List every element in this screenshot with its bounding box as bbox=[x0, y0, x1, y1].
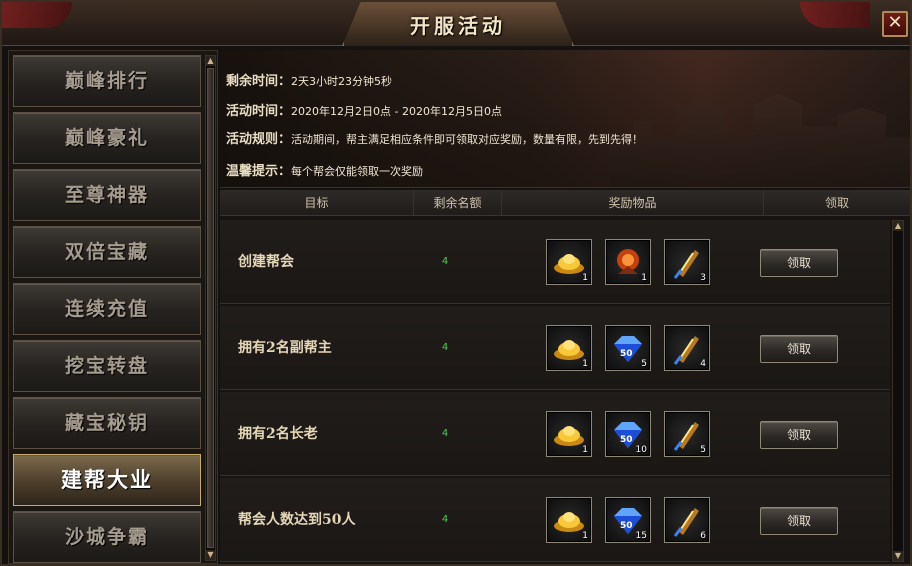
diamond-badge: 50 bbox=[620, 521, 633, 531]
scroll-up-arrow-icon[interactable]: ▲ bbox=[206, 56, 215, 66]
tip-value: 每个帮会仅能领取一次奖励 bbox=[291, 165, 424, 178]
sidebar-item-treasure-wheel[interactable]: 挖宝转盘 bbox=[13, 340, 201, 392]
reward-count: 3 bbox=[700, 273, 706, 283]
row-goal: 帮会人数达到50人 bbox=[238, 512, 356, 528]
row-remaining: 4 bbox=[441, 514, 449, 525]
reward-count: 5 bbox=[641, 359, 647, 369]
tip-row: 温馨提示：每个帮会仅能领取一次奖励 bbox=[226, 160, 423, 179]
reward-count: 5 bbox=[700, 445, 706, 455]
reward-slot[interactable]: 50 5 bbox=[605, 325, 651, 371]
activity-period-label: 活动时间： bbox=[226, 104, 292, 119]
activity-sidebar: 巅峰排行 巅峰豪礼 至尊神器 双倍宝藏 连续充值 挖宝转盘 藏宝秘钥 建帮大业 … bbox=[8, 50, 218, 564]
claim-button[interactable]: 领取 bbox=[760, 421, 838, 449]
table-row: 创建帮会 4 1 1 3 领取 bbox=[220, 220, 890, 304]
diamond-badge: 50 bbox=[620, 435, 633, 445]
close-button[interactable]: ✕ bbox=[882, 11, 908, 37]
remaining-time-label: 剩余时间： bbox=[226, 74, 292, 89]
reward-slot[interactable]: 1 bbox=[546, 325, 592, 371]
table-scrollbar[interactable]: ▲ ▼ bbox=[892, 220, 904, 562]
claim-button[interactable]: 领取 bbox=[760, 249, 838, 277]
sidebar-item-guild-building[interactable]: 建帮大业 bbox=[13, 454, 201, 506]
reward-slot[interactable]: 3 bbox=[664, 239, 710, 285]
header-remaining: 剩余名额 bbox=[414, 190, 502, 216]
reward-slot[interactable]: 1 bbox=[605, 239, 651, 285]
activity-rules-row: 活动规则：活动期间，帮主满足相应条件即可领取对应奖励，数量有限，先到先得！ bbox=[226, 128, 643, 147]
claim-button[interactable]: 领取 bbox=[760, 507, 838, 535]
reward-slot[interactable]: 1 bbox=[546, 239, 592, 285]
reward-count: 1 bbox=[582, 273, 588, 283]
sidebar-item-treasure-key[interactable]: 藏宝秘钥 bbox=[13, 397, 201, 449]
row-goal: 创建帮会 bbox=[238, 254, 294, 270]
reward-count: 1 bbox=[582, 359, 588, 369]
reward-slot[interactable]: 1 bbox=[546, 411, 592, 457]
reward-count: 1 bbox=[582, 531, 588, 541]
left-corner-ornament bbox=[2, 2, 72, 28]
scroll-up-arrow-icon[interactable]: ▲ bbox=[893, 221, 903, 231]
sidebar-item-supreme-artifact[interactable]: 至尊神器 bbox=[13, 169, 201, 221]
activity-period-value: 2020年12月2日0点 - 2020年12月5日0点 bbox=[291, 105, 502, 118]
reward-count: 6 bbox=[700, 531, 706, 541]
close-icon: ✕ bbox=[887, 12, 903, 33]
row-remaining: 4 bbox=[441, 428, 449, 439]
activity-rules-value: 活动期间，帮主满足相应条件即可领取对应奖励，数量有限，先到先得！ bbox=[291, 133, 644, 146]
reward-slot[interactable]: 1 bbox=[546, 497, 592, 543]
claim-button[interactable]: 领取 bbox=[760, 335, 838, 363]
sidebar-item-peak-ranking[interactable]: 巅峰排行 bbox=[13, 55, 201, 107]
activity-rules-label: 活动规则： bbox=[226, 132, 292, 147]
activity-period-row: 活动时间：2020年12月2日0点 - 2020年12月5日0点 bbox=[226, 100, 502, 119]
remaining-time-value: 2天3小时23分钟5秒 bbox=[291, 75, 393, 88]
table-header: 目标 剩余名额 奖励物品 领取 bbox=[220, 190, 910, 216]
reward-slot[interactable]: 5 bbox=[664, 411, 710, 457]
title-bar: 开服活动 ✕ bbox=[2, 2, 910, 46]
reward-slot[interactable]: 50 10 bbox=[605, 411, 651, 457]
row-remaining: 4 bbox=[441, 342, 449, 353]
reward-count: 15 bbox=[635, 531, 647, 541]
header-goal: 目标 bbox=[220, 190, 414, 216]
right-corner-ornament bbox=[800, 2, 870, 28]
header-rewards: 奖励物品 bbox=[502, 190, 764, 216]
reward-slot[interactable]: 50 15 bbox=[605, 497, 651, 543]
window-title: 开服活动 bbox=[410, 14, 506, 38]
sidebar-item-double-treasure[interactable]: 双倍宝藏 bbox=[13, 226, 201, 278]
sidebar-item-castle-war[interactable]: 沙城争霸 bbox=[13, 511, 201, 563]
row-goal: 拥有2名副帮主 bbox=[238, 340, 332, 356]
tip-label: 温馨提示： bbox=[226, 164, 292, 179]
table-row: 帮会人数达到50人 4 1 50 15 6 领取 bbox=[220, 478, 890, 562]
sidebar-scrollbar[interactable]: ▲ ▼ bbox=[205, 55, 216, 561]
rewards-table: 目标 剩余名额 奖励物品 领取 创建帮会 4 1 1 3 领取 拥有2名副帮主 … bbox=[220, 190, 910, 564]
activity-info-banner: 剩余时间：2天3小时23分钟5秒 活动时间：2020年12月2日0点 - 202… bbox=[220, 50, 910, 188]
row-remaining: 4 bbox=[441, 256, 449, 267]
castle-background-illustration bbox=[610, 93, 910, 187]
reward-count: 1 bbox=[641, 273, 647, 283]
reward-count: 10 bbox=[635, 445, 647, 455]
reward-slot[interactable]: 4 bbox=[664, 325, 710, 371]
reward-count: 4 bbox=[700, 359, 706, 369]
sidebar-item-continuous-recharge[interactable]: 连续充值 bbox=[13, 283, 201, 335]
table-row: 拥有2名副帮主 4 1 50 5 4 领取 bbox=[220, 306, 890, 390]
table-row: 拥有2名长老 4 1 50 10 5 领取 bbox=[220, 392, 890, 476]
row-goal: 拥有2名长老 bbox=[238, 426, 318, 442]
reward-slot[interactable]: 6 bbox=[664, 497, 710, 543]
scroll-down-arrow-icon[interactable]: ▼ bbox=[893, 551, 903, 561]
scroll-down-arrow-icon[interactable]: ▼ bbox=[206, 550, 215, 560]
header-claim: 领取 bbox=[824, 196, 849, 210]
diamond-badge: 50 bbox=[620, 349, 633, 359]
sidebar-scroll-thumb[interactable] bbox=[207, 68, 214, 548]
remaining-time-row: 剩余时间：2天3小时23分钟5秒 bbox=[226, 70, 392, 89]
activity-window: 开服活动 ✕ 巅峰排行 巅峰豪礼 至尊神器 双倍宝藏 连续充值 挖宝转盘 藏宝秘… bbox=[0, 0, 912, 566]
sidebar-item-peak-gift[interactable]: 巅峰豪礼 bbox=[13, 112, 201, 164]
reward-count: 1 bbox=[582, 445, 588, 455]
